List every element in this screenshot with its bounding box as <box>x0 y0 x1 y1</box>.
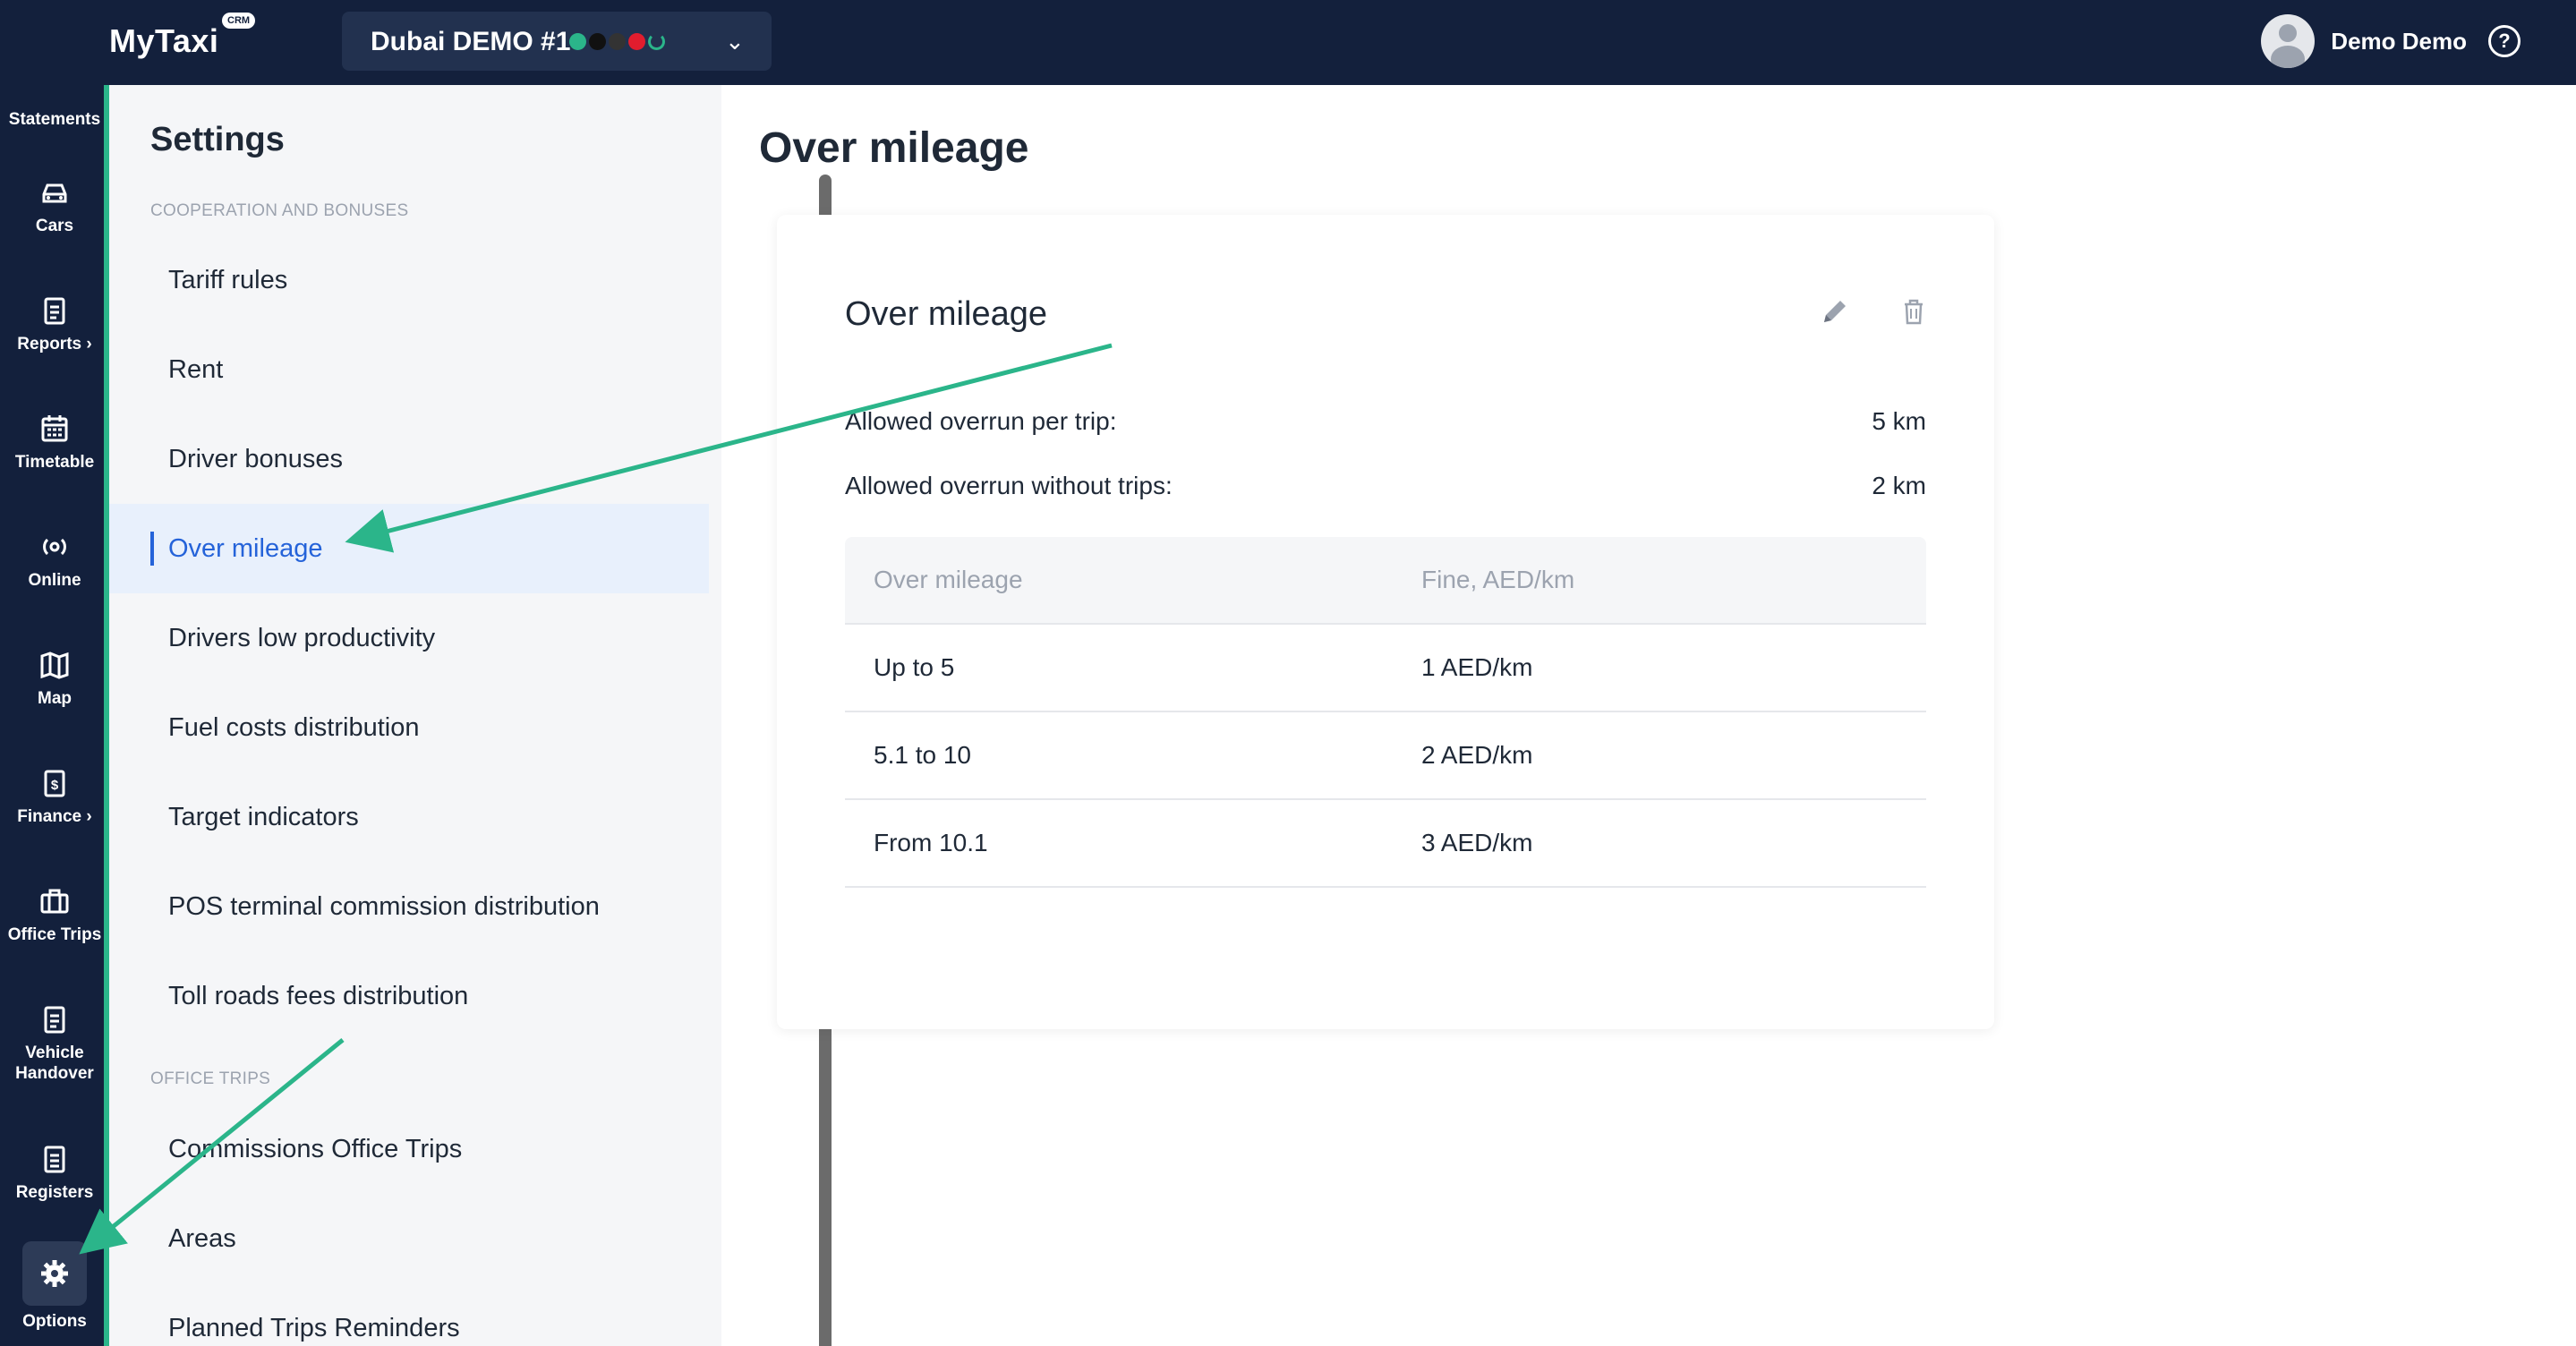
broadcast-icon <box>43 538 66 556</box>
settings-item-fuel-costs[interactable]: Fuel costs distribution <box>109 683 709 772</box>
chevron-down-icon: ⌄ <box>725 28 745 55</box>
list-clipboard-icon <box>44 1146 65 1173</box>
nav-label: Vehicle Handover <box>15 1044 94 1083</box>
column-header-over-mileage: Over mileage <box>874 566 1023 593</box>
nav-statements[interactable]: Statements <box>0 76 109 130</box>
company-name: Dubai DEMO #1 <box>371 27 571 56</box>
briefcase-icon <box>40 889 69 914</box>
nav-label: Registers <box>15 1183 94 1202</box>
nav-finance[interactable]: $ Finance › <box>0 765 109 827</box>
table-row: From 10.1 3 AED/km <box>845 800 1926 888</box>
nav-label: Options <box>22 1312 87 1331</box>
card-title: Over mileage <box>845 295 1047 333</box>
nav-label: Map <box>38 689 72 708</box>
clipboard-icon <box>44 297 65 325</box>
icon-sidebar: Statements Cars Reports › Timetable Onli… <box>0 85 109 1346</box>
column-header-fine: Fine, AED/km <box>1421 566 1575 593</box>
row-value: 2 km <box>1872 472 1926 499</box>
dollar-document-icon: $ <box>44 770 65 797</box>
calendar-icon <box>41 415 68 442</box>
gear-icon <box>41 1260 68 1287</box>
section-cooperation-label: COOPERATION AND BONUSES <box>150 201 409 220</box>
car-icon <box>42 183 67 203</box>
nav-office-trips[interactable]: Office Trips <box>0 883 109 945</box>
settings-item-commissions-office-trips[interactable]: Commissions Office Trips <box>109 1104 709 1194</box>
table-cell: 5.1 to 10 <box>874 741 971 769</box>
nav-reports[interactable]: Reports › <box>0 293 109 354</box>
nav-label: Online <box>28 571 81 590</box>
status-dot-icon <box>628 33 645 50</box>
section-office-trips-label: OFFICE TRIPS <box>150 1069 271 1088</box>
settings-item-rent[interactable]: Rent <box>109 325 709 414</box>
nav-label: Cars <box>35 217 74 235</box>
nav-label: Timetable <box>14 453 95 472</box>
nav-vehicle-handover[interactable]: Vehicle Handover <box>0 1001 109 1084</box>
row-label: Allowed overrun without trips: <box>845 472 1173 499</box>
user-menu[interactable]: Demo Demo ? <box>2261 14 2521 68</box>
settings-item-tariff-rules[interactable]: Tariff rules <box>109 235 709 325</box>
trash-icon[interactable] <box>1896 294 1932 329</box>
over-mileage-card: Over mileage Allowed overrun per trip: 5… <box>777 215 1994 1029</box>
table-cell: From 10.1 <box>874 829 988 856</box>
status-dot-icon <box>609 33 626 50</box>
top-bar: MyTaxi CRM Dubai DEMO #1 ⌄ Demo Demo ? <box>0 0 2576 85</box>
table-row: 5.1 to 10 2 AED/km <box>845 712 1926 800</box>
nav-timetable[interactable]: Timetable <box>0 411 109 473</box>
settings-item-areas[interactable]: Areas <box>109 1194 709 1283</box>
settings-item-toll-roads[interactable]: Toll roads fees distribution <box>109 951 709 1041</box>
settings-item-driver-bonuses[interactable]: Driver bonuses <box>109 414 709 504</box>
loading-spinner-icon <box>648 33 665 50</box>
row-value: 5 km <box>1872 407 1926 435</box>
allowed-overrun-without-trips-row: Allowed overrun without trips: 2 km <box>845 472 1926 500</box>
app-logo[interactable]: MyTaxi <box>109 22 218 60</box>
row-label: Allowed overrun per trip: <box>845 407 1117 435</box>
svg-text:$: $ <box>51 778 59 793</box>
allowed-overrun-per-trip-row: Allowed overrun per trip: 5 km <box>845 407 1926 436</box>
settings-title: Settings <box>150 121 285 158</box>
nav-registers[interactable]: Registers <box>0 1141 109 1203</box>
edit-icon[interactable] <box>1817 294 1853 329</box>
nav-label: Reports › <box>17 335 92 354</box>
settings-item-pos-commission[interactable]: POS terminal commission distribution <box>109 862 709 951</box>
status-dot-icon <box>569 33 586 50</box>
options-active-tile <box>22 1241 87 1306</box>
settings-item-target-indicators[interactable]: Target indicators <box>109 772 709 862</box>
nav-label: Statements <box>8 110 101 129</box>
status-dot-icon <box>589 33 606 50</box>
settings-item-drivers-low-productivity[interactable]: Drivers low productivity <box>109 593 709 683</box>
nav-map[interactable]: Map <box>0 647 109 709</box>
nav-online[interactable]: Online <box>0 529 109 591</box>
table-cell: Up to 5 <box>874 653 955 681</box>
clipboard-icon <box>44 1006 65 1034</box>
nav-options[interactable]: Options <box>0 1241 109 1332</box>
page-title: Over mileage <box>759 124 1029 172</box>
table-header: Over mileage Fine, AED/km <box>845 537 1926 625</box>
integration-status-icons <box>569 33 665 50</box>
company-selector[interactable]: Dubai DEMO #1 ⌄ <box>342 12 772 71</box>
avatar[interactable] <box>2261 14 2316 68</box>
nav-cars[interactable]: Cars <box>0 175 109 236</box>
crm-badge: CRM <box>222 13 256 29</box>
table-cell: 3 AED/km <box>1421 829 1533 856</box>
map-pin-icon <box>40 652 69 679</box>
table-cell: 2 AED/km <box>1421 741 1533 769</box>
user-name[interactable]: Demo Demo <box>2331 28 2467 55</box>
settings-panel: Settings COOPERATION AND BONUSES Tariff … <box>109 85 832 1346</box>
settings-item-over-mileage[interactable]: Over mileage <box>109 504 709 593</box>
settings-item-planned-trips-reminders[interactable]: Planned Trips Reminders <box>109 1283 709 1346</box>
over-mileage-table: Over mileage Fine, AED/km Up to 5 1 AED/… <box>845 537 1926 888</box>
table-cell: 1 AED/km <box>1421 653 1533 681</box>
help-icon[interactable]: ? <box>2488 25 2521 57</box>
table-row: Up to 5 1 AED/km <box>845 625 1926 712</box>
nav-label: Office Trips <box>7 925 102 944</box>
nav-label: Finance › <box>17 807 92 826</box>
